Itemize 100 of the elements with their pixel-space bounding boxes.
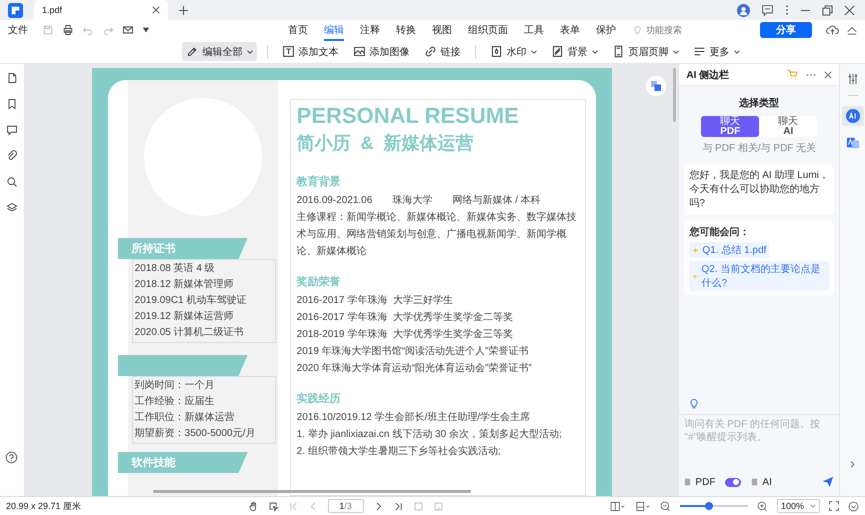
- suggestion-item[interactable]: Q2. 当前文档的主要论点是什么?: [689, 261, 830, 291]
- chevron-icon[interactable]: [849, 461, 856, 468]
- send-icon[interactable]: [822, 476, 834, 488]
- page-field[interactable]: 1/3: [328, 499, 364, 513]
- menu-tab[interactable]: 表单: [560, 20, 580, 40]
- text-box-icon: [282, 45, 294, 58]
- zoom-in-icon[interactable]: [756, 500, 768, 512]
- certificate-text: 2019.12 新媒体运营师: [134, 310, 235, 324]
- menu-tab[interactable]: 视图: [432, 20, 452, 40]
- caret-icon: [810, 503, 816, 509]
- fullscreen-icon[interactable]: [829, 501, 840, 511]
- more-icon[interactable]: [785, 4, 789, 16]
- message-icon[interactable]: [761, 4, 774, 16]
- caret-icon[interactable]: [142, 26, 150, 34]
- section-heading: 教育背景: [296, 174, 342, 190]
- resume-text: 2016.10/2019.12 学生会部长/班主任助理/学生会主席: [296, 410, 532, 425]
- select-icon[interactable]: [268, 500, 279, 512]
- toolbar-button[interactable]: 链接: [420, 42, 464, 61]
- scope-toggle[interactable]: [725, 478, 742, 486]
- print-icon[interactable]: [62, 24, 74, 36]
- lines-icon: [692, 45, 706, 58]
- menu-tab[interactable]: 编辑: [324, 20, 344, 40]
- mode-tab[interactable]: 聊天 PDF: [701, 116, 760, 137]
- close-icon[interactable]: [844, 4, 855, 16]
- tab-title: 1.pdf: [42, 5, 62, 15]
- panel-title: AI 侧边栏: [686, 68, 730, 82]
- menu-tab[interactable]: 首页: [288, 20, 308, 40]
- image-icon: [352, 45, 366, 58]
- page-size-text: 20.99 x 29.71 厘米: [6, 500, 82, 512]
- suggestion-item[interactable]: Q1. 总结 1.pdf: [689, 242, 770, 258]
- add-icon[interactable]: [179, 6, 188, 14]
- layout-icon[interactable]: [610, 500, 626, 512]
- scope-label: AI: [762, 476, 772, 488]
- toolbar-button[interactable]: 背景: [546, 42, 602, 61]
- hand-icon[interactable]: [248, 500, 259, 512]
- toolbar-button[interactable]: 页眉页脚: [608, 42, 682, 61]
- last-page-icon[interactable]: [392, 500, 404, 512]
- certificate-text: 2018.08 英语 4 级: [134, 262, 216, 276]
- share-button[interactable]: 分享: [760, 22, 812, 38]
- layers-icon[interactable]: [6, 202, 18, 214]
- job-info-text: 工作职位：新媒体运营: [134, 410, 236, 425]
- toolbar-button[interactable]: 添加图像: [348, 42, 414, 61]
- search-field[interactable]: 功能搜索: [632, 24, 712, 36]
- ai-icon: [846, 109, 860, 123]
- mail-icon[interactable]: [122, 24, 134, 36]
- document-icon: [684, 478, 692, 486]
- more-icon[interactable]: [848, 500, 860, 512]
- translate-icon[interactable]: [646, 76, 666, 96]
- certificate-text: 2019.09C1 机动车驾驶证: [134, 294, 248, 308]
- menu-tab[interactable]: 组织页面: [468, 20, 508, 40]
- upload-icon[interactable]: [826, 24, 839, 36]
- section-heading: 所持证书: [132, 242, 176, 256]
- education-text: 2016.09-2021.06: [296, 194, 372, 208]
- search-icon[interactable]: [6, 176, 18, 188]
- toolbar-button[interactable]: 水印: [486, 42, 540, 61]
- scrollbar[interactable]: [673, 68, 676, 122]
- education-text: 珠海大学: [392, 194, 432, 208]
- document-icon: [751, 478, 758, 486]
- comment-icon[interactable]: [6, 124, 18, 136]
- page-count: /3: [344, 501, 352, 511]
- page-icon[interactable]: [6, 72, 18, 84]
- menu-tab[interactable]: 注释: [360, 20, 380, 40]
- help-icon[interactable]: [5, 451, 18, 464]
- resume-text: 2016-2017 学年珠海 大学三好学生: [296, 294, 454, 308]
- hatch-icon: [550, 45, 564, 58]
- toolbar-button[interactable]: 更多: [688, 42, 744, 61]
- job-info-text: 到岗时间：一个月: [134, 378, 216, 393]
- resume-text: 2020 年珠海大学体育运动“阳光体育运动会”荣誉证书”: [296, 362, 533, 376]
- close-icon[interactable]: [152, 6, 160, 14]
- avatar-icon[interactable]: [737, 4, 750, 16]
- translate-icon[interactable]: [846, 136, 860, 150]
- section-heading: 奖励荣誉: [296, 274, 342, 290]
- bulb-icon[interactable]: [688, 398, 700, 410]
- app-logo: [8, 2, 23, 18]
- scrollbar[interactable]: [152, 490, 471, 493]
- file-tab[interactable]: 1.pdf: [34, 0, 168, 20]
- more-icon[interactable]: [806, 72, 816, 76]
- resume-text: 1. 举办 jianlixiazai.cn 线下活动 30 余次，策划多起大型活动;: [296, 428, 563, 442]
- education-text: 网络与新媒体 / 本科: [452, 194, 541, 208]
- toolbar-button[interactable]: 编辑全部: [182, 42, 256, 61]
- bookmark-icon[interactable]: [6, 98, 18, 110]
- ai-tab[interactable]: [842, 106, 864, 126]
- menu-tab[interactable]: 工具: [524, 20, 544, 40]
- paperclip-icon[interactable]: [6, 150, 18, 162]
- zoom-out-icon[interactable]: [660, 500, 671, 512]
- toolbar-button[interactable]: 添加文本: [278, 42, 342, 61]
- menu-tab[interactable]: 转换: [396, 20, 416, 40]
- menu-tab[interactable]: 保护: [596, 20, 616, 40]
- restore-icon[interactable]: [822, 4, 833, 16]
- suggestion-text: Q1. 总结 1.pdf: [702, 244, 766, 257]
- sparkle-icon: [692, 272, 698, 280]
- zoom-dropdown[interactable]: 100%: [776, 499, 820, 513]
- close-icon[interactable]: [824, 70, 832, 78]
- collapse-icon[interactable]: [847, 25, 857, 35]
- certificate-text: 2018.12 新媒体管理师: [134, 278, 235, 292]
- sliders-icon[interactable]: [846, 73, 859, 85]
- bulb-icon: [632, 24, 643, 36]
- file-menu[interactable]: 文件: [8, 23, 28, 37]
- page-view-icon[interactable]: [634, 500, 651, 512]
- question-field[interactable]: 询问有关 PDF 的任何问题。按 "#"唤醒提示列表。: [684, 418, 834, 476]
